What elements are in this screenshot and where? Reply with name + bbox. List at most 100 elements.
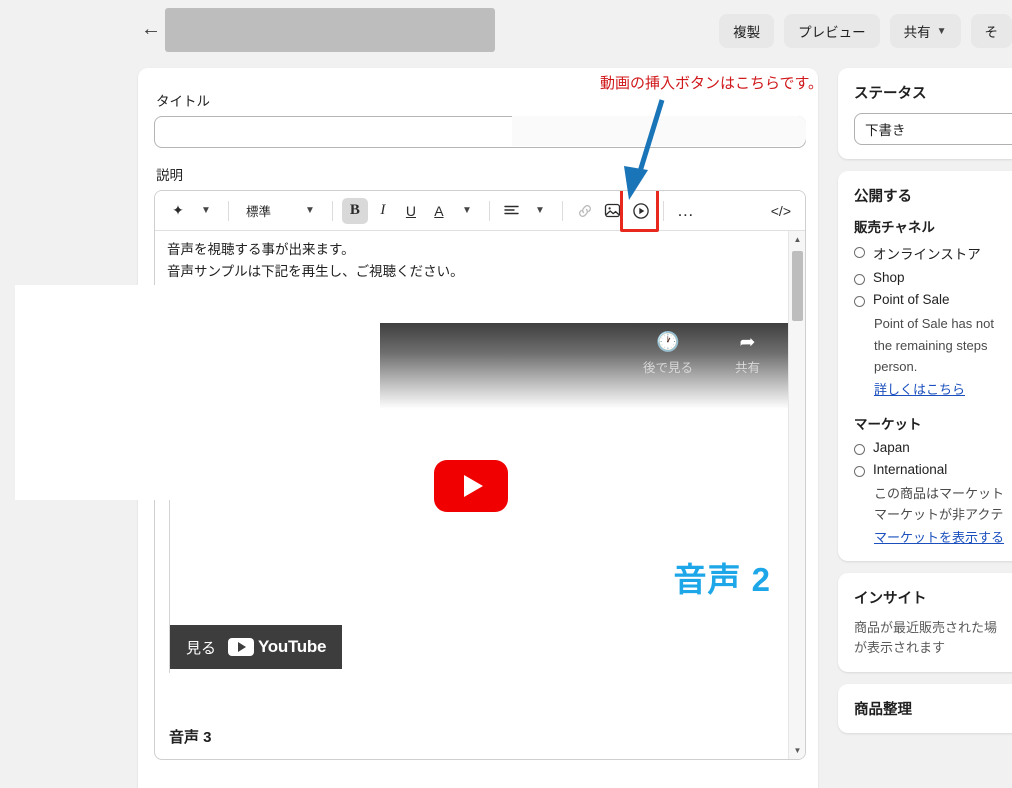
market-japan[interactable]: Japan bbox=[854, 440, 1012, 455]
insight-card-title: インサイト bbox=[854, 590, 927, 607]
text-color-button[interactable]: A bbox=[426, 198, 452, 224]
sales-channels-heading: 販売チャネル bbox=[854, 220, 935, 235]
link-icon bbox=[572, 198, 598, 224]
youtube-brand-label: YouTube bbox=[258, 637, 327, 656]
status-select[interactable]: 下書き bbox=[854, 113, 1012, 145]
youtube-actions: 🕐 後で見る ➦ 共有 bbox=[643, 333, 760, 376]
youtube-play-icon[interactable] bbox=[434, 460, 508, 512]
title-field-label: タイトル bbox=[156, 94, 210, 109]
market-note-line: この商品はマーケット bbox=[874, 485, 1005, 501]
radio-icon[interactable] bbox=[854, 247, 865, 258]
sparkle-icon[interactable]: ✦ bbox=[165, 198, 191, 224]
youtube-watermark[interactable]: 見る YouTube bbox=[170, 625, 343, 669]
chevron-down-icon: ▼ bbox=[936, 25, 947, 37]
toolbar-divider bbox=[488, 200, 490, 221]
video-share-button[interactable]: ➦ 共有 bbox=[735, 333, 760, 376]
text-color-chevron-icon[interactable]: ▼ bbox=[454, 198, 480, 224]
status-card-title: ステータス bbox=[854, 86, 927, 102]
pos-note-line: Point of Sale has not bbox=[874, 316, 994, 331]
play-triangle bbox=[464, 475, 483, 497]
align-chevron-icon[interactable]: ▼ bbox=[527, 198, 553, 224]
annotation-arrow-icon bbox=[624, 99, 665, 200]
markets-heading: マーケット bbox=[854, 416, 922, 432]
watch-label: 見る bbox=[186, 639, 217, 657]
youtube-logo: YouTube bbox=[228, 637, 326, 657]
video-share-label: 共有 bbox=[734, 361, 760, 375]
video-overlay-caption: 音声 2 bbox=[673, 561, 771, 598]
editor-toolbar: ✦ ▼ 標準 ▼ B I U A ▼ ▼ … </> bbox=[155, 191, 805, 232]
underline-label: U bbox=[405, 202, 416, 219]
bold-button[interactable]: B bbox=[341, 197, 368, 224]
pos-learn-more-link[interactable]: 詳しくはこちら bbox=[874, 379, 965, 398]
status-card: ステータス 下書き bbox=[838, 68, 1012, 159]
chevron-down-icon[interactable]: ▼ bbox=[789, 742, 805, 759]
publish-card-title: 公開する bbox=[854, 189, 912, 205]
toolbar-divider bbox=[228, 200, 229, 221]
back-arrow-icon[interactable]: ← bbox=[138, 16, 164, 42]
view-markets-link[interactable]: マーケットを表示する bbox=[874, 527, 1004, 546]
toolbar-divider bbox=[331, 200, 333, 221]
description-field-label: 説明 bbox=[156, 168, 183, 183]
pos-note-line: person. bbox=[874, 359, 918, 374]
sales-channel-pos[interactable]: Point of Sale bbox=[854, 292, 1012, 307]
toolbar-divider bbox=[561, 200, 563, 221]
chevron-up-icon[interactable]: ▲ bbox=[789, 231, 805, 248]
clock-icon: 🕐 bbox=[656, 332, 680, 353]
title-input[interactable] bbox=[154, 116, 806, 148]
pos-note-line: the remaining steps bbox=[874, 337, 988, 353]
market-international[interactable]: International bbox=[854, 462, 1012, 477]
channel-label: Point of Sale bbox=[873, 292, 950, 307]
right-sidebar: ステータス 下書き 公開する 販売チャネル オンラインストア Shop Poin… bbox=[838, 68, 1012, 745]
organization-card: 商品整理 bbox=[838, 683, 1012, 733]
editor-line: 音声を視聴する事が出来ます。 bbox=[167, 242, 355, 257]
channel-label: Shop bbox=[873, 270, 905, 285]
scrollbar-thumb[interactable] bbox=[792, 251, 803, 321]
preview-button[interactable]: プレビュー bbox=[784, 14, 880, 48]
sales-channel-online-store[interactable]: オンラインストア bbox=[854, 243, 1012, 263]
align-left-icon[interactable] bbox=[499, 198, 525, 224]
watch-later-button[interactable]: 🕐 後で見る bbox=[643, 333, 693, 376]
top-action-buttons: 複製 プレビュー 共有 ▼ そ bbox=[719, 14, 1012, 48]
sales-channel-shop[interactable]: Shop bbox=[854, 270, 1012, 285]
more-actions-button[interactable]: そ bbox=[970, 14, 1012, 48]
youtube-top-gradient: 🕐 後で見る ➦ 共有 bbox=[380, 323, 790, 409]
organization-card-title: 商品整理 bbox=[854, 701, 912, 718]
market-note-line: マーケットが非アクテ bbox=[874, 507, 1004, 522]
youtube-logo-box bbox=[228, 638, 255, 656]
annotation-text: 動画の挿入ボタンはこちらです。 bbox=[600, 75, 824, 92]
bold-label: B bbox=[349, 202, 360, 218]
duplicate-button[interactable]: 複製 bbox=[719, 14, 775, 48]
app-root: ← 複製 プレビュー 共有 ▼ そ タイトル 説明 ✦ ▼ 標準 ▼ B I U… bbox=[0, 0, 1012, 788]
editor-line: 音声サンプルは下記を再生し、ご視聴ください。 bbox=[167, 264, 464, 280]
more-options-label: … bbox=[676, 200, 695, 220]
market-label: Japan bbox=[873, 439, 910, 455]
sparkle-chevron-icon[interactable]: ▼ bbox=[193, 198, 219, 224]
radio-icon[interactable] bbox=[854, 465, 865, 477]
radio-icon[interactable] bbox=[854, 274, 865, 285]
editor-heading-onsei3: 音声 3 bbox=[169, 729, 212, 746]
market-label: International bbox=[873, 461, 948, 477]
page-title-redacted bbox=[165, 8, 495, 52]
redaction-overlay bbox=[15, 285, 375, 500]
italic-button[interactable]: I bbox=[370, 198, 396, 224]
status-value: 下書き bbox=[865, 123, 906, 138]
duplicate-label: 複製 bbox=[733, 25, 761, 40]
share-arrow-icon: ➦ bbox=[739, 332, 756, 353]
code-view-label: </> bbox=[770, 202, 791, 219]
radio-icon[interactable] bbox=[854, 443, 865, 455]
more-actions-label: そ bbox=[984, 25, 999, 40]
share-button[interactable]: 共有 ▼ bbox=[889, 14, 961, 48]
paragraph-style-select[interactable]: 標準 ▼ bbox=[238, 198, 323, 224]
radio-icon[interactable] bbox=[854, 296, 865, 307]
insight-card: インサイト 商品が最近販売された場 が表示されます bbox=[838, 572, 1012, 672]
preview-label: プレビュー bbox=[798, 25, 866, 40]
publish-card: 公開する 販売チャネル オンラインストア Shop Point of Sale … bbox=[838, 171, 1012, 561]
editor-scrollbar[interactable]: ▲ ▼ bbox=[788, 231, 805, 759]
insight-body-line: 商品が最近販売された場 bbox=[854, 619, 998, 635]
watch-later-label: 後で見る bbox=[642, 361, 693, 375]
code-view-icon[interactable]: </> bbox=[767, 198, 795, 224]
top-bar: ← 複製 プレビュー 共有 ▼ そ bbox=[0, 0, 1012, 62]
channel-label: オンラインストア bbox=[873, 247, 981, 262]
underline-button[interactable]: U bbox=[398, 198, 424, 224]
paragraph-style-value: 標準 bbox=[246, 205, 272, 219]
